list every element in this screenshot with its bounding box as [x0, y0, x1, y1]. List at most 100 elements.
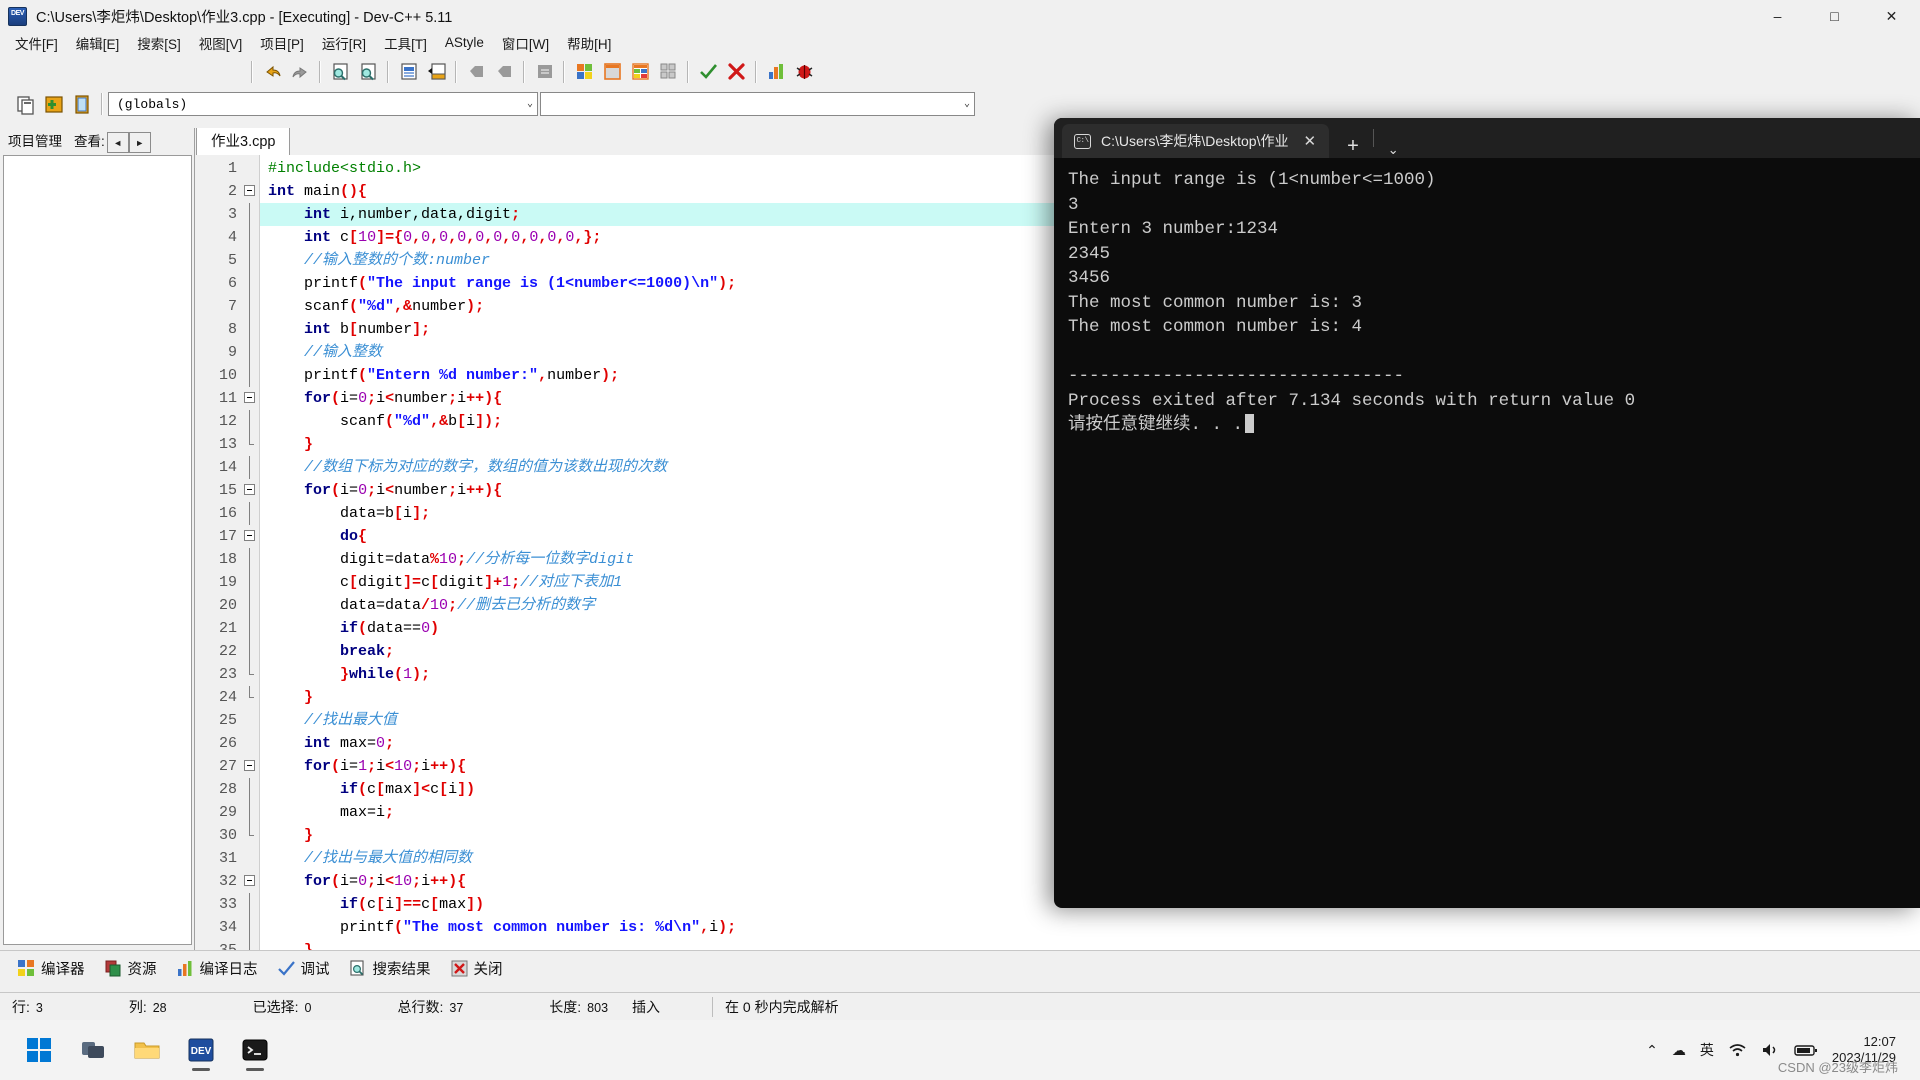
code-folding-column[interactable]: [242, 155, 260, 950]
add-to-project-icon[interactable]: [42, 92, 66, 116]
syntax-check-icon[interactable]: [696, 60, 720, 84]
code-token: for: [304, 482, 332, 499]
fold-marker[interactable]: [242, 479, 259, 502]
bottom-tab-search-results[interactable]: 搜索结果: [340, 954, 441, 983]
menu-project[interactable]: 项目[P]: [251, 30, 313, 56]
terminal-tab[interactable]: C:\ C:\Users\李炬炜\Desktop\作业 ✕: [1062, 124, 1330, 158]
terminal-tab-close-icon[interactable]: ✕: [1298, 132, 1321, 150]
undo-icon[interactable]: [260, 60, 284, 84]
task-view-icon[interactable]: [70, 1027, 116, 1073]
find-next-icon[interactable]: [356, 60, 380, 84]
code-token: {: [457, 758, 467, 775]
panel-next-button[interactable]: ►: [128, 132, 151, 153]
menu-edit[interactable]: 编辑[E]: [67, 30, 129, 56]
run-icon[interactable]: [600, 60, 624, 84]
sidebar-item-view[interactable]: 查看:: [68, 126, 106, 155]
compile-and-run-icon[interactable]: [628, 60, 652, 84]
code-token: //分析每一位数字digit: [466, 551, 635, 568]
code-line[interactable]: printf("The most common number is: %d\n"…: [260, 916, 1920, 939]
menu-astyle[interactable]: AStyle: [436, 32, 493, 53]
bottom-tab-close[interactable]: 关闭: [441, 954, 513, 983]
symbol-combo[interactable]: ⌄: [540, 92, 975, 116]
minimize-button[interactable]: –: [1749, 0, 1806, 32]
fold-marker: [242, 341, 259, 364]
globals-combo-value: (globals): [117, 96, 188, 112]
wifi-icon[interactable]: [1728, 1042, 1747, 1058]
code-token: ,: [430, 229, 440, 246]
sidebar-item-project[interactable]: 项目管理: [2, 126, 68, 155]
project-tree[interactable]: [3, 155, 192, 945]
close-button[interactable]: ✕: [1863, 0, 1920, 32]
fold-marker[interactable]: [242, 755, 259, 778]
code-token: b: [331, 321, 350, 338]
fold-marker[interactable]: [242, 525, 259, 548]
fold-marker[interactable]: [242, 387, 259, 410]
menu-search[interactable]: 搜索[S]: [128, 30, 190, 56]
debug-icon[interactable]: [792, 60, 816, 84]
fold-marker[interactable]: [242, 180, 259, 203]
toolbar-separator: [101, 93, 103, 115]
tray-chevron-up-icon[interactable]: ⌃: [1646, 1042, 1658, 1059]
dev-cpp-taskbar-icon[interactable]: DEV: [178, 1027, 224, 1073]
editor-tab-file[interactable]: 作业3.cpp: [196, 128, 291, 156]
terminal-new-tab-icon[interactable]: +: [1335, 135, 1371, 158]
code-token: int: [304, 735, 332, 752]
code-token: i=: [340, 390, 359, 407]
code-token: 10: [394, 873, 413, 890]
fold-marker: [242, 203, 259, 226]
redo-icon[interactable]: [288, 60, 312, 84]
terminal-dropdown-icon[interactable]: ⌄: [1376, 142, 1411, 158]
code-token: int: [268, 183, 296, 200]
code-token: 0: [439, 229, 449, 246]
code-token: "The most common number is: %d\n": [403, 919, 701, 936]
remove-from-project-icon[interactable]: [70, 92, 94, 116]
code-line[interactable]: }: [260, 939, 1920, 950]
maximize-button[interactable]: □: [1806, 0, 1863, 32]
code-token: if: [340, 781, 359, 798]
goto-line-icon[interactable]: [396, 60, 420, 84]
file-explorer-icon[interactable]: [124, 1027, 170, 1073]
menu-file[interactable]: 文件[F]: [6, 30, 67, 56]
ime-language-icon[interactable]: 英: [1700, 1040, 1714, 1060]
profile-analysis-icon[interactable]: [764, 60, 788, 84]
menu-help[interactable]: 帮助[H]: [558, 30, 620, 56]
compile-icon[interactable]: [572, 60, 596, 84]
rebuild-all-icon[interactable]: [656, 60, 680, 84]
bottom-tab-resource[interactable]: 资源: [95, 954, 167, 983]
menu-view[interactable]: 视图[V]: [190, 30, 252, 56]
bottom-tab-debug[interactable]: 调试: [268, 954, 340, 983]
menu-tools[interactable]: 工具[T]: [375, 30, 436, 56]
panel-prev-button[interactable]: ◄: [106, 132, 129, 153]
battery-icon[interactable]: [1794, 1043, 1818, 1057]
line-number: 24: [218, 689, 237, 706]
start-windows-icon[interactable]: [16, 1027, 62, 1073]
new-file-icon[interactable]: [14, 92, 38, 116]
fold-marker: [242, 663, 259, 686]
menu-run[interactable]: 运行[R]: [313, 30, 375, 56]
fold-marker: [242, 364, 259, 387]
find-icon[interactable]: [328, 60, 352, 84]
insert-mode-icon[interactable]: [424, 60, 448, 84]
code-token: ,: [448, 229, 458, 246]
chevron-down-icon: ⌄: [963, 99, 970, 110]
bottom-tab-log[interactable]: 编译日志: [167, 954, 268, 983]
code-token: 0: [421, 229, 431, 246]
globals-combo[interactable]: (globals) ⌄: [108, 92, 538, 116]
cloud-icon[interactable]: ☁: [1672, 1042, 1686, 1059]
dev-cpp-icon: DEV: [8, 6, 27, 26]
menu-window[interactable]: 窗口[W]: [493, 30, 558, 56]
stop-execution-icon[interactable]: [724, 60, 748, 84]
fold-marker: [242, 617, 259, 640]
terminal-output[interactable]: The input range is (1<number<=1000) 3 En…: [1054, 158, 1920, 448]
main-toolbar: [0, 55, 1920, 88]
terminal-window[interactable]: C:\ C:\Users\李炬炜\Desktop\作业 ✕ + ⌄ The in…: [1054, 118, 1920, 908]
code-token: 0: [358, 390, 368, 407]
bottom-tab-compiler[interactable]: 编译器: [8, 954, 95, 983]
code-token: ): [484, 390, 494, 407]
fold-marker[interactable]: [242, 870, 259, 893]
volume-icon[interactable]: [1761, 1042, 1780, 1058]
terminal-taskbar-icon[interactable]: [232, 1027, 278, 1073]
code-token: (: [331, 482, 341, 499]
